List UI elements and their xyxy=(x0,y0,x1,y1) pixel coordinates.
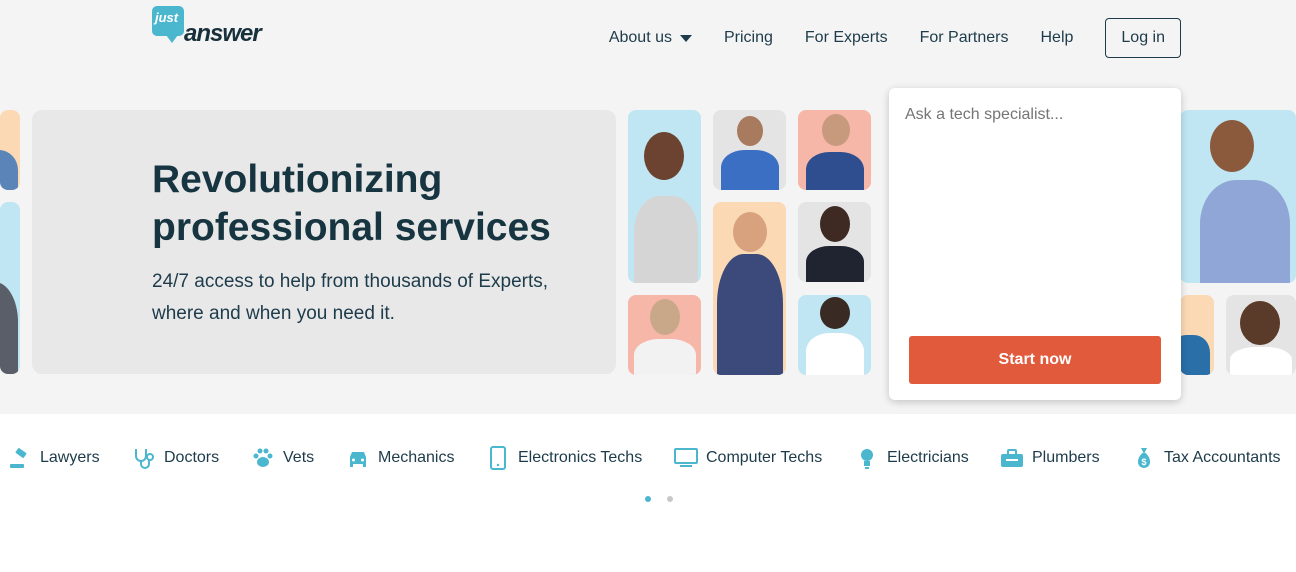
category-electronics-techs[interactable]: Electronics Techs xyxy=(486,444,642,472)
stethoscope-icon xyxy=(132,446,156,470)
category-label: Electronics Techs xyxy=(518,449,643,466)
category-doctors[interactable]: Doctors xyxy=(132,444,219,472)
category-bar: Lawyers Doctors Vets Mechanics Electroni… xyxy=(0,444,1296,472)
expert-photo-tile xyxy=(713,110,786,190)
expert-photo-tile xyxy=(628,110,701,283)
expert-photo-tile xyxy=(628,295,701,375)
hero-subtitle: 24/7 access to help from thousands of Ex… xyxy=(152,271,549,324)
nav-pricing[interactable]: Pricing xyxy=(724,29,773,47)
login-button[interactable]: Log in xyxy=(1105,18,1181,58)
svg-text:$: $ xyxy=(1141,457,1146,467)
expert-photo-tile xyxy=(1180,295,1214,375)
carousel-dot[interactable] xyxy=(667,496,673,502)
category-label: Doctors xyxy=(164,449,220,466)
money-bag-icon: $ xyxy=(1132,446,1156,470)
expert-photo-tile xyxy=(798,110,871,190)
justanswer-logo[interactable]: just answer xyxy=(152,6,272,47)
question-input[interactable] xyxy=(903,104,1167,308)
category-tax-accountants[interactable]: $ Tax Accountants xyxy=(1132,444,1281,472)
category-plumbers[interactable]: Plumbers xyxy=(1000,444,1100,472)
category-label: Tax Accountants xyxy=(1164,449,1281,466)
paw-icon xyxy=(251,446,275,470)
gavel-icon xyxy=(8,446,32,470)
lightbulb-icon xyxy=(855,446,879,470)
category-label: Vets xyxy=(283,449,315,466)
carousel-dot-active[interactable] xyxy=(645,496,651,502)
nav-about-label: About us xyxy=(608,29,672,46)
category-label: Electricians xyxy=(887,449,969,466)
category-vets[interactable]: Vets xyxy=(251,444,314,472)
expert-photo-tile xyxy=(1180,110,1296,283)
car-icon xyxy=(346,446,370,470)
expert-photo-tile xyxy=(798,202,871,282)
main-nav: About us Pricing For Experts For Partner… xyxy=(577,18,1181,58)
category-lawyers[interactable]: Lawyers xyxy=(8,444,100,472)
nav-for-partners[interactable]: For Partners xyxy=(920,29,1009,47)
nav-about-us[interactable]: About us xyxy=(609,29,692,47)
logo-just-text: just xyxy=(155,10,179,25)
category-computer-techs[interactable]: Computer Techs xyxy=(674,444,822,472)
nav-help[interactable]: Help xyxy=(1041,29,1074,47)
start-now-button[interactable]: Start now xyxy=(909,336,1161,384)
hero-card: Revolutionizing professional services 24… xyxy=(32,110,616,374)
monitor-icon xyxy=(674,446,698,470)
expert-photo-tile xyxy=(798,295,871,375)
category-label: Plumbers xyxy=(1032,449,1100,466)
category-mechanics[interactable]: Mechanics xyxy=(346,444,454,472)
category-label: Lawyers xyxy=(40,449,100,466)
category-electricians[interactable]: Electricians xyxy=(855,444,969,472)
expert-photo-tile xyxy=(1226,295,1296,375)
hero-title: Revolutionizing professional services xyxy=(152,158,551,249)
toolbox-icon xyxy=(1000,446,1024,470)
expert-photo-tile xyxy=(0,110,20,190)
category-label: Computer Techs xyxy=(706,449,823,466)
category-label: Mechanics xyxy=(378,449,455,466)
caret-down-icon xyxy=(679,34,692,42)
expert-photo-tile xyxy=(0,202,20,374)
nav-for-experts[interactable]: For Experts xyxy=(805,29,888,47)
phone-icon xyxy=(486,446,510,470)
expert-photo-tile xyxy=(713,202,786,375)
ask-expert-card: Start now xyxy=(889,88,1181,400)
logo-answer-text: answer xyxy=(184,20,262,47)
